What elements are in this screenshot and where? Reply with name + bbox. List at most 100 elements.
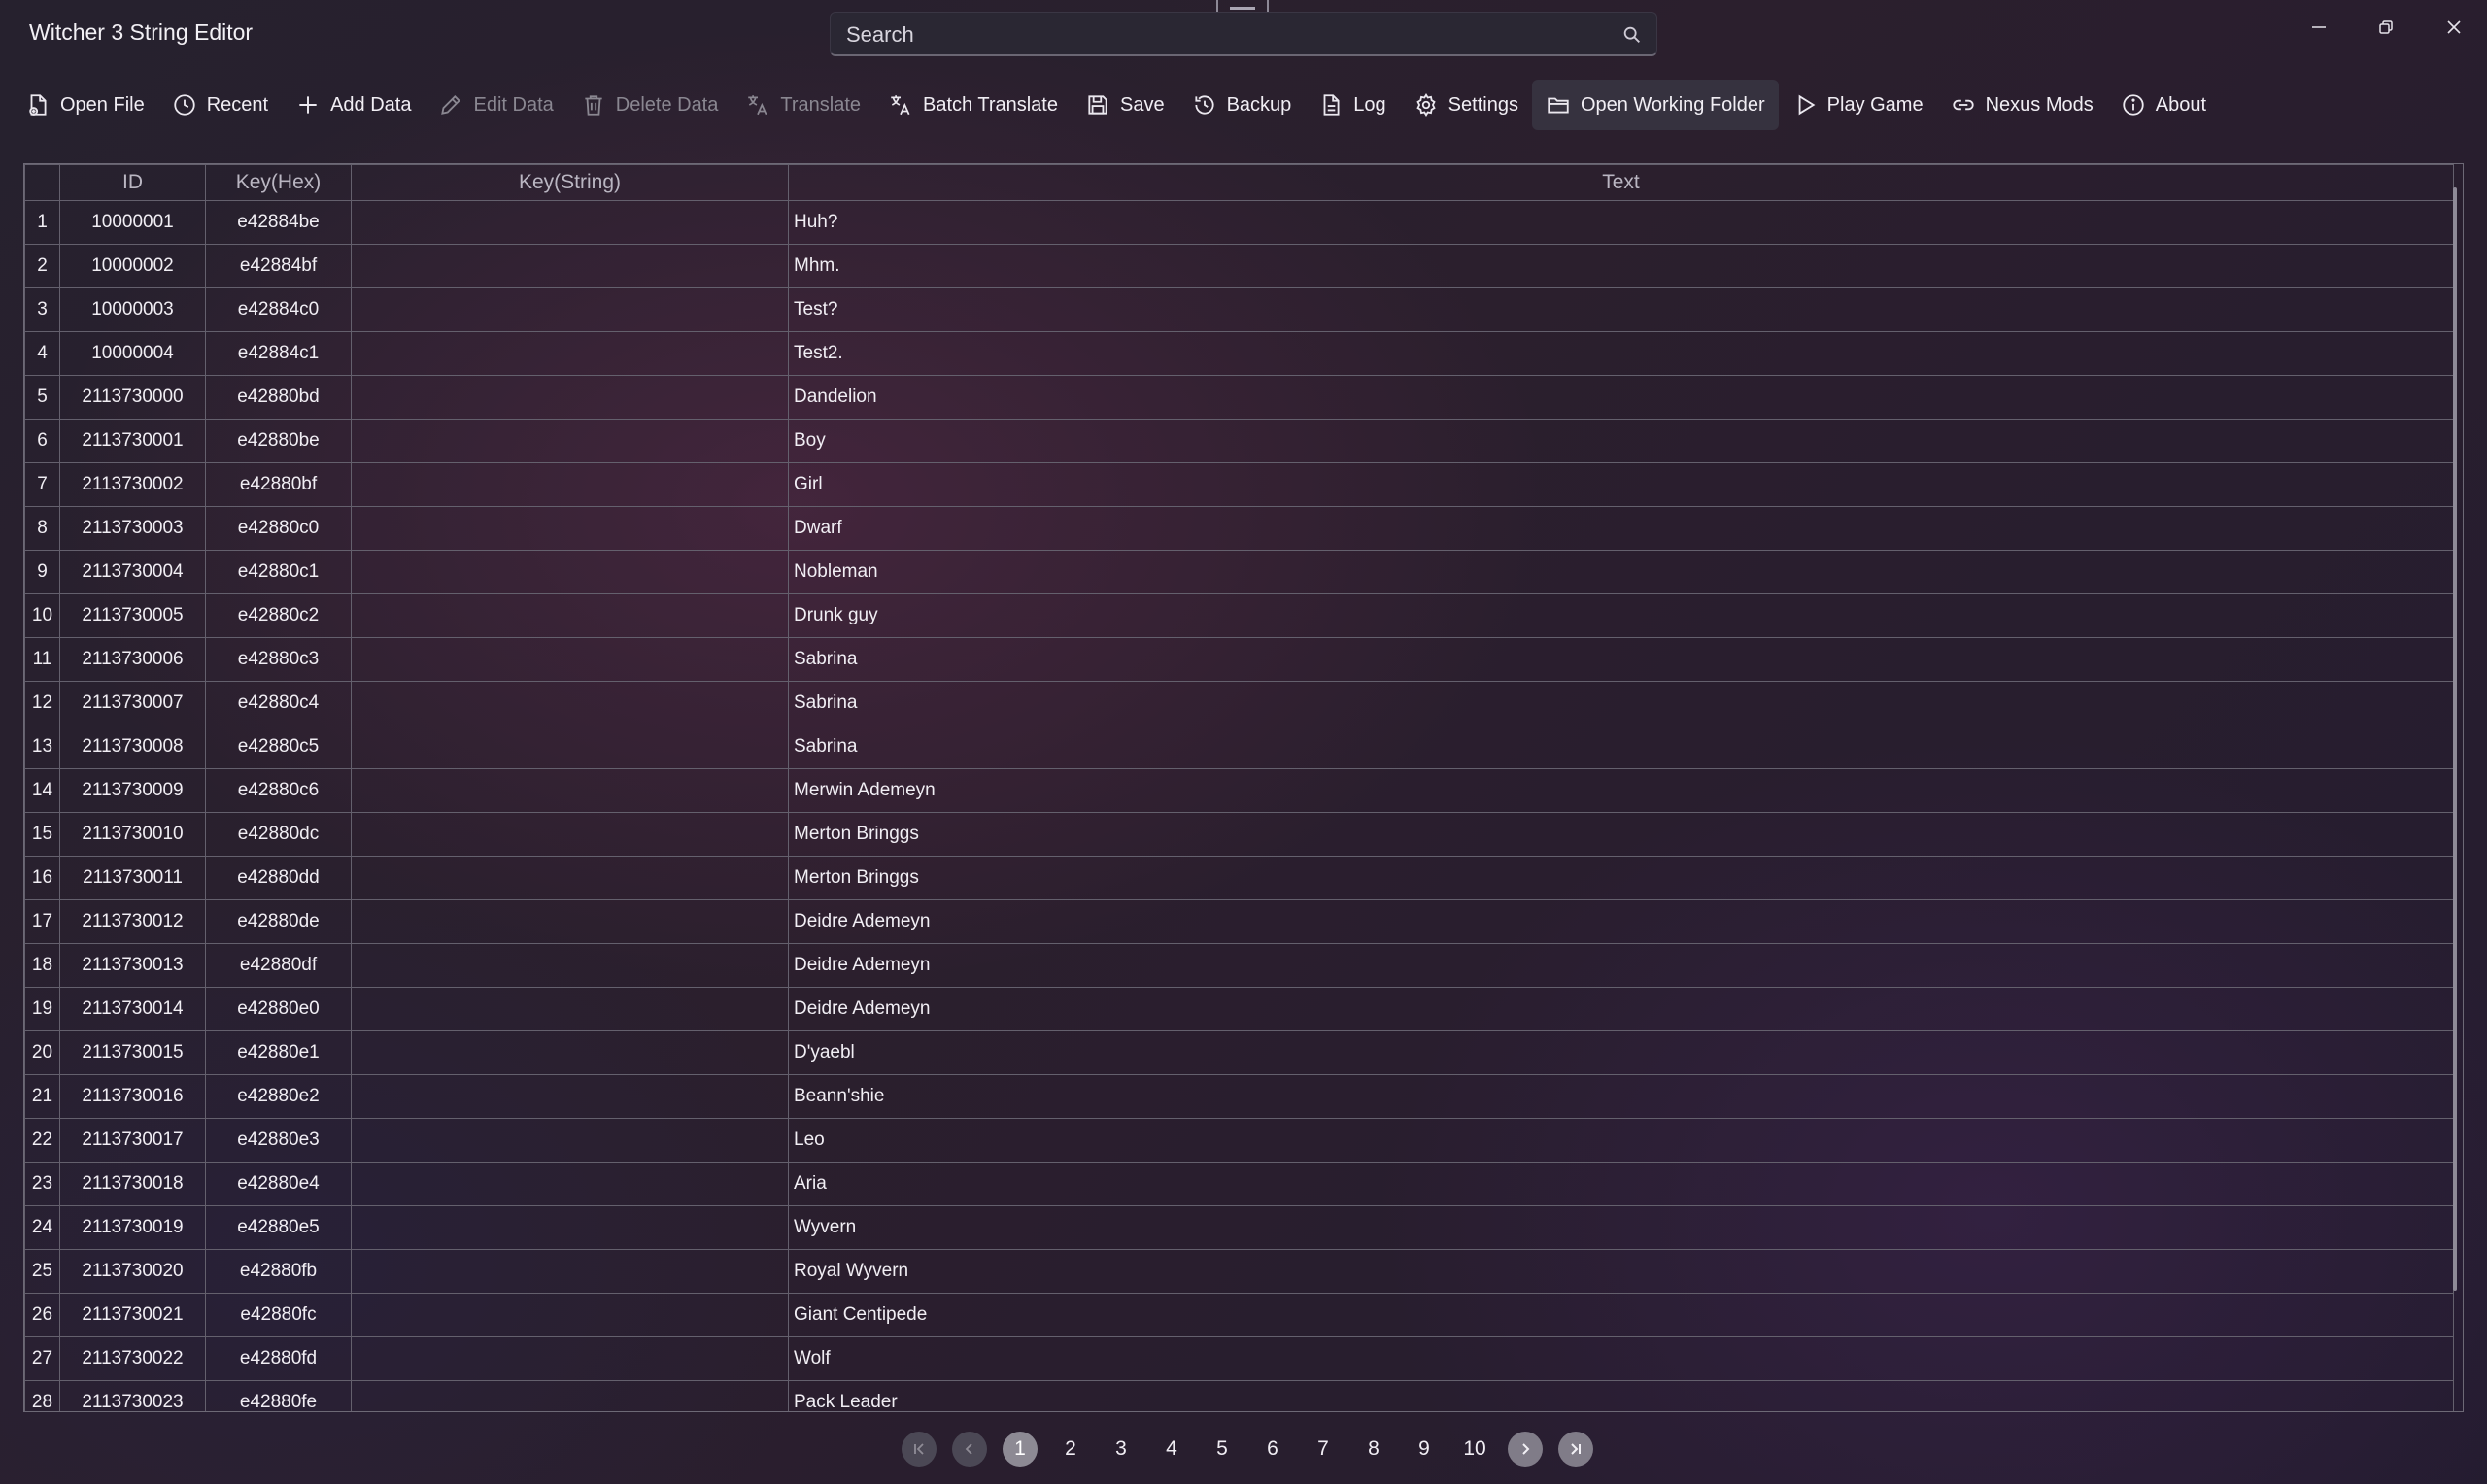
text-cell[interactable]: Wolf <box>788 1336 2454 1381</box>
key-hex-cell[interactable]: e42884bf <box>205 244 352 288</box>
table-row[interactable]: 24 2113730019 e42880e5 Wyvern <box>24 1205 2454 1250</box>
vertical-scrollbar[interactable] <box>2453 187 2457 1291</box>
key-string-cell[interactable] <box>351 1074 789 1119</box>
key-hex-cell[interactable]: e42884be <box>205 200 352 245</box>
id-cell[interactable]: 2113730001 <box>59 419 206 463</box>
about-button[interactable]: About <box>2107 80 2220 130</box>
id-cell[interactable]: 10000002 <box>59 244 206 288</box>
key-hex-cell[interactable]: e42880bd <box>205 375 352 420</box>
key-hex-cell[interactable]: e42880bf <box>205 462 352 507</box>
backup-button[interactable]: Backup <box>1178 80 1306 130</box>
key-string-cell[interactable] <box>351 419 789 463</box>
table-row[interactable]: 27 2113730022 e42880fd Wolf <box>24 1336 2454 1381</box>
text-cell[interactable]: Leo <box>788 1118 2454 1163</box>
table-row[interactable]: 17 2113730012 e42880de Deidre Ademeyn <box>24 899 2454 944</box>
id-cell[interactable]: 2113730007 <box>59 681 206 725</box>
text-cell[interactable]: Girl <box>788 462 2454 507</box>
key-string-cell[interactable] <box>351 725 789 769</box>
table-row[interactable]: 22 2113730017 e42880e3 Leo <box>24 1118 2454 1163</box>
key-hex-cell[interactable]: e42880df <box>205 943 352 988</box>
last-page-button[interactable] <box>1550 1430 1601 1468</box>
key-string-cell[interactable] <box>351 1162 789 1206</box>
key-string-column-header[interactable]: Key(String) <box>351 164 789 201</box>
text-cell[interactable]: Beann'shie <box>788 1074 2454 1119</box>
key-hex-cell[interactable]: e42880c2 <box>205 593 352 638</box>
key-hex-cell[interactable]: e42880fd <box>205 1336 352 1381</box>
key-string-cell[interactable] <box>351 1293 789 1337</box>
text-cell[interactable]: Nobleman <box>788 550 2454 594</box>
table-row[interactable]: 23 2113730018 e42880e4 Aria <box>24 1162 2454 1206</box>
id-cell[interactable]: 2113730015 <box>59 1030 206 1075</box>
first-page-button[interactable] <box>894 1430 944 1468</box>
text-cell[interactable]: Deidre Ademeyn <box>788 899 2454 944</box>
delete-data-button[interactable]: Delete Data <box>567 80 732 130</box>
nexus-mods-button[interactable]: Nexus Mods <box>1937 80 2107 130</box>
table-row[interactable]: 7 2113730002 e42880bf Girl <box>24 462 2454 507</box>
key-string-cell[interactable] <box>351 200 789 245</box>
id-cell[interactable]: 2113730018 <box>59 1162 206 1206</box>
key-string-cell[interactable] <box>351 637 789 682</box>
key-hex-column-header[interactable]: Key(Hex) <box>205 164 352 201</box>
id-cell[interactable]: 2113730019 <box>59 1205 206 1250</box>
key-string-cell[interactable] <box>351 681 789 725</box>
key-hex-cell[interactable]: e42880e1 <box>205 1030 352 1075</box>
key-hex-cell[interactable]: e42880c3 <box>205 637 352 682</box>
table-row[interactable]: 2 10000002 e42884bf Mhm. <box>24 244 2454 288</box>
page-9-button[interactable]: 9 <box>1399 1430 1449 1468</box>
add-data-button[interactable]: Add Data <box>282 80 425 130</box>
key-string-cell[interactable] <box>351 1030 789 1075</box>
id-cell[interactable]: 2113730005 <box>59 593 206 638</box>
key-string-cell[interactable] <box>351 812 789 857</box>
key-hex-cell[interactable]: e42880c0 <box>205 506 352 551</box>
id-cell[interactable]: 2113730011 <box>59 856 206 900</box>
text-cell[interactable]: Dwarf <box>788 506 2454 551</box>
key-hex-cell[interactable]: e42880dd <box>205 856 352 900</box>
table-row[interactable]: 9 2113730004 e42880c1 Nobleman <box>24 550 2454 594</box>
text-cell[interactable]: Sabrina <box>788 725 2454 769</box>
page-10-button[interactable]: 10 <box>1449 1430 1500 1468</box>
key-hex-cell[interactable]: e42884c0 <box>205 287 352 332</box>
settings-button[interactable]: Settings <box>1400 80 1532 130</box>
text-cell[interactable]: Test? <box>788 287 2454 332</box>
id-cell[interactable]: 10000003 <box>59 287 206 332</box>
edit-data-button[interactable]: Edit Data <box>425 80 566 130</box>
play-game-button[interactable]: Play Game <box>1779 80 1937 130</box>
key-hex-cell[interactable]: e42880e5 <box>205 1205 352 1250</box>
recent-button[interactable]: Recent <box>158 80 282 130</box>
id-cell[interactable]: 2113730003 <box>59 506 206 551</box>
key-hex-cell[interactable]: e42880e2 <box>205 1074 352 1119</box>
page-2-button[interactable]: 2 <box>1045 1430 1096 1468</box>
text-cell[interactable]: Sabrina <box>788 637 2454 682</box>
open-working-folder-button[interactable]: Open Working Folder <box>1531 80 1779 130</box>
restore-button[interactable] <box>2361 10 2411 45</box>
table-row[interactable]: 10 2113730005 e42880c2 Drunk guy <box>24 593 2454 638</box>
id-cell[interactable]: 10000004 <box>59 331 206 376</box>
key-string-cell[interactable] <box>351 593 789 638</box>
text-cell[interactable]: D'yaebl <box>788 1030 2454 1075</box>
text-cell[interactable]: Giant Centipede <box>788 1293 2454 1337</box>
key-hex-cell[interactable]: e42880dc <box>205 812 352 857</box>
key-string-cell[interactable] <box>351 462 789 507</box>
search-input[interactable] <box>844 13 1606 57</box>
data-grid[interactable]: ID Key(Hex) Key(String) Text 1 10000001 e4… <box>23 163 2464 1412</box>
key-string-cell[interactable] <box>351 1118 789 1163</box>
text-cell[interactable]: Merton Bringgs <box>788 856 2454 900</box>
id-cell[interactable]: 2113730023 <box>59 1380 206 1411</box>
text-cell[interactable]: Boy <box>788 419 2454 463</box>
id-cell[interactable]: 2113730009 <box>59 768 206 813</box>
key-hex-cell[interactable]: e42880c6 <box>205 768 352 813</box>
table-row[interactable]: 13 2113730008 e42880c5 Sabrina <box>24 725 2454 769</box>
table-row[interactable]: 6 2113730001 e42880be Boy <box>24 419 2454 463</box>
save-button[interactable]: Save <box>1072 80 1178 130</box>
key-hex-cell[interactable]: e42880e0 <box>205 987 352 1031</box>
text-cell[interactable]: Merton Bringgs <box>788 812 2454 857</box>
key-hex-cell[interactable]: e42880be <box>205 419 352 463</box>
text-cell[interactable]: Royal Wyvern <box>788 1249 2454 1294</box>
text-cell[interactable]: Deidre Ademeyn <box>788 987 2454 1031</box>
key-string-cell[interactable] <box>351 1249 789 1294</box>
id-cell[interactable]: 2113730017 <box>59 1118 206 1163</box>
key-string-cell[interactable] <box>351 899 789 944</box>
previous-page-button[interactable] <box>944 1430 995 1468</box>
id-cell[interactable]: 10000001 <box>59 200 206 245</box>
id-cell[interactable]: 2113730012 <box>59 899 206 944</box>
